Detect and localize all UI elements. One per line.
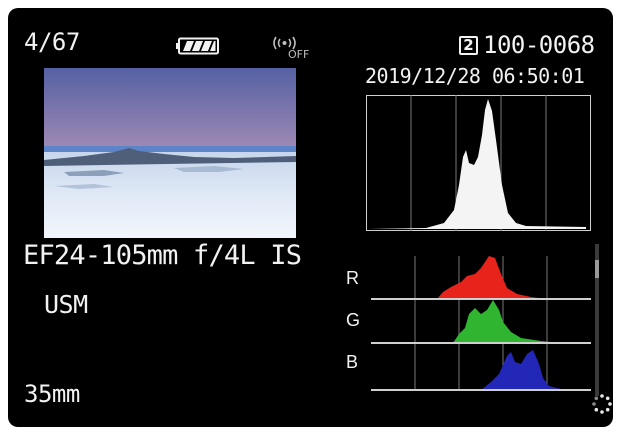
green-channel-label: G [346, 310, 361, 330]
busy-indicator-icon [592, 394, 612, 414]
file-info: 2 100-0068 [459, 31, 595, 59]
photo-thumbnail [44, 68, 296, 238]
red-histogram [371, 256, 591, 300]
focal-length: 35mm [24, 380, 80, 408]
blue-histogram [371, 344, 591, 391]
wifi-off-label: OFF [288, 48, 309, 59]
capture-datetime: 2019/12/28 06:50:01 [365, 64, 585, 88]
lens-name-line1: EF24-105mm f/4L IS [23, 240, 302, 271]
wifi-off-icon: OFF [273, 36, 309, 59]
lens-name-line2: USM [44, 290, 88, 319]
file-number: 100-0068 [483, 31, 595, 59]
green-histogram [371, 300, 591, 344]
histogram-scrollbar[interactable] [595, 244, 599, 396]
luminance-histogram [366, 95, 591, 231]
card-slot-badge: 2 [459, 35, 478, 55]
red-channel-label: R [346, 268, 359, 288]
battery-full-icon [176, 37, 219, 55]
scrollbar-thumb[interactable] [595, 260, 599, 278]
image-counter: 4/67 [24, 28, 80, 56]
blue-channel-label: B [346, 352, 359, 372]
camera-playback-screen: 4/67 OFF 2 100-0068 2019/12/28 06:50:01 [8, 8, 613, 427]
